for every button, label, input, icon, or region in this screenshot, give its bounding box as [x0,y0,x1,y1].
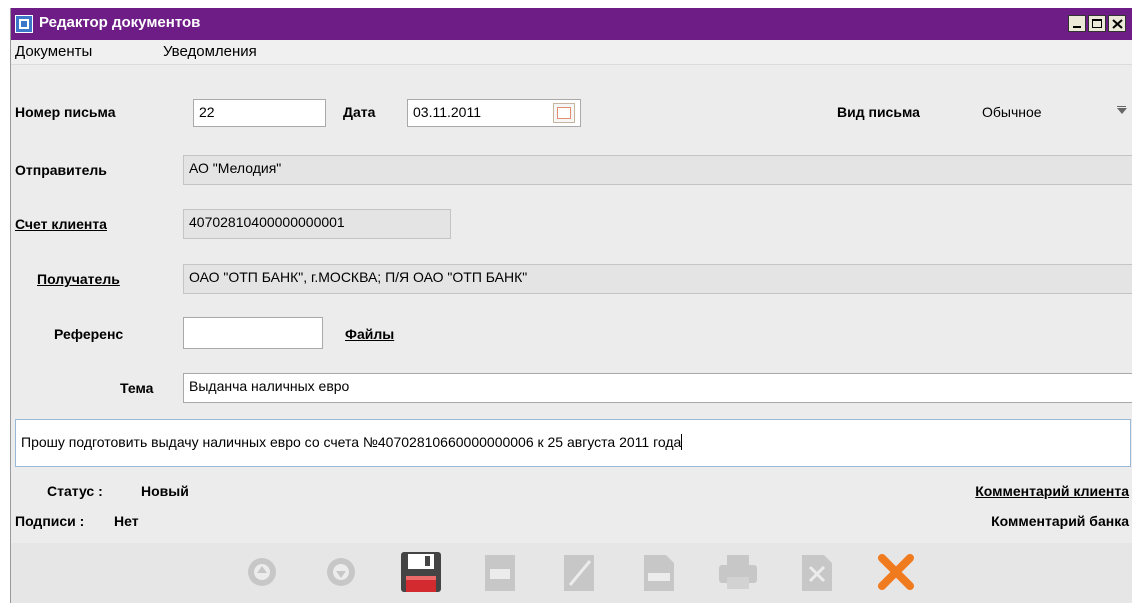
message-body-text: Прошу подготовить выдачу наличных евро с… [21,434,682,450]
client-comment-link[interactable]: Комментарий клиента [975,483,1129,499]
bank-comment-label: Комментарий банка [991,513,1129,529]
delete-doc-icon[interactable] [794,549,840,595]
signatures-label: Подписи : [15,513,85,529]
up-arrow-icon[interactable] [239,549,285,595]
dropdown-line [1117,106,1126,107]
title-bar: Редактор документов [11,8,1132,40]
status-label: Статус : [47,483,103,499]
date-field[interactable]: 03.11.2011 [407,99,581,127]
down-arrow-icon[interactable] [318,549,364,595]
date-label: Дата [343,104,376,120]
menu-documents[interactable]: Документы [15,43,92,60]
chevron-down-icon [1117,108,1127,114]
letter-type-value: Обычное [982,104,1042,120]
signatures-value: Нет [114,513,139,529]
reference-field[interactable] [183,317,323,349]
sender-label: Отправитель [15,162,107,178]
minimize-button[interactable] [1068,15,1086,32]
print-icon[interactable] [715,549,761,595]
copy-icon[interactable] [636,549,682,595]
reference-label: Референс [54,326,124,342]
letter-number-field[interactable]: 22 [193,99,326,127]
letter-type-label: Вид письма [837,104,920,120]
letter-type-select[interactable]: Обычное [977,97,1132,129]
window-title: Редактор документов [39,14,201,31]
files-link[interactable]: Файлы [345,326,394,342]
message-body-field[interactable]: Прошу подготовить выдачу наличных евро с… [15,419,1131,467]
sender-field: АО "Мелодия" [183,155,1132,185]
document-editor-window: Редактор документов Документы Уведомлени… [10,8,1132,603]
sign-pen-icon[interactable] [556,549,602,595]
maximize-button[interactable] [1088,15,1106,32]
document-edit-icon[interactable] [477,549,523,595]
close-icon[interactable] [873,549,919,595]
app-icon [15,15,33,33]
text-cursor [681,434,683,450]
recipient-field: ОАО "ОТП БАНК", г.МОСКВА; П/Я ОАО "ОТП Б… [183,264,1132,294]
client-account-link[interactable]: Счет клиента [15,216,107,232]
subject-label: Тема [120,380,154,396]
status-value: Новый [141,483,189,499]
letter-number-label: Номер письма [15,104,116,120]
close-window-button[interactable] [1108,15,1126,32]
menu-bar: Документы Уведомления [11,40,1132,65]
date-value: 03.11.2011 [413,104,481,120]
close-x-icon [1112,19,1123,29]
menu-notifications[interactable]: Уведомления [163,43,257,60]
client-account-field: 40702810400000000001 [183,209,451,239]
recipient-link[interactable]: Получатель [37,271,120,287]
save-icon[interactable] [398,549,444,595]
subject-field[interactable]: Выданча наличных евро [183,373,1132,403]
calendar-icon[interactable] [553,103,575,123]
